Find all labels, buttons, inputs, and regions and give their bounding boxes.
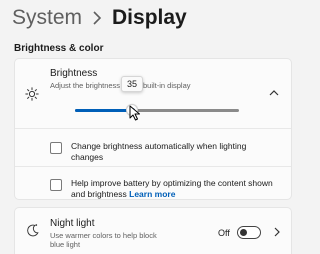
slider-fill: [75, 109, 133, 112]
chevron-up-icon[interactable]: [269, 89, 279, 97]
divider: [15, 128, 291, 129]
night-light-title: Night light: [50, 218, 95, 229]
learn-more-link[interactable]: Learn more: [129, 189, 175, 199]
breadcrumb: System Display: [12, 6, 187, 30]
slider-value-tooltip: 35: [121, 76, 144, 92]
toggle-knob: [240, 229, 247, 236]
auto-brightness-option[interactable]: Change brightness automatically when lig…: [50, 141, 277, 163]
brightness-title: Brightness: [50, 68, 98, 79]
content-brightness-label: Help improve battery by optimizing the c…: [71, 178, 277, 200]
brightness-slider[interactable]: [75, 104, 239, 116]
brightness-card: Brightness Adjust the brightness of the …: [14, 58, 292, 200]
breadcrumb-system[interactable]: System: [12, 6, 82, 30]
night-light-state: Off: [218, 228, 230, 238]
mouse-cursor-icon: [129, 105, 140, 121]
auto-brightness-label: Change brightness automatically when lig…: [71, 141, 247, 162]
night-light-description: Use warmer colors to help block blue lig…: [50, 231, 157, 249]
chevron-right-icon: [93, 11, 102, 25]
night-light-toggle[interactable]: [237, 226, 261, 239]
chevron-right-icon[interactable]: [273, 227, 281, 237]
page-title: Display: [112, 6, 187, 29]
brightness-header[interactable]: Brightness Adjust the brightness of the …: [15, 59, 291, 127]
sun-icon: [25, 87, 39, 101]
auto-brightness-checkbox[interactable]: [50, 142, 62, 154]
night-light-card[interactable]: Night light Use warmer colors to help bl…: [14, 207, 292, 254]
moon-icon: [27, 224, 39, 237]
divider: [15, 166, 291, 167]
section-title: Brightness & color: [14, 43, 104, 54]
content-brightness-checkbox[interactable]: [50, 179, 62, 191]
content-brightness-option[interactable]: Help improve battery by optimizing the c…: [50, 178, 277, 200]
